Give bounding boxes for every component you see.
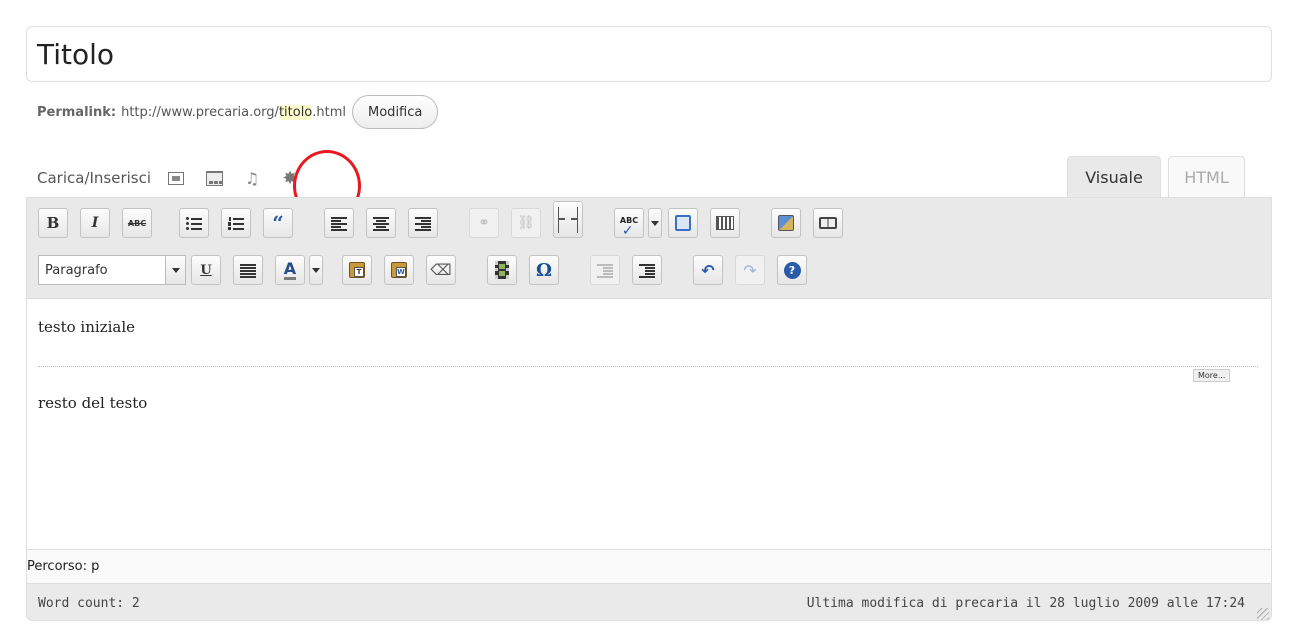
more-break-icon [558,206,578,233]
spellcheck-icon: ABC ✓ [619,215,639,239]
book-icon [819,217,837,229]
unlink-button[interactable]: ⛓ [511,208,541,238]
help-button[interactable]: ? [777,255,807,285]
format-select-arrow[interactable] [166,255,186,285]
help-icon: ? [783,261,801,279]
remove-format-button[interactable]: ⌫ [426,255,456,285]
align-center-icon [373,216,389,231]
permalink-row: Permalink: http://www.precaria.org/titol… [37,94,439,130]
status-bar: Word count: 2 Ultima modifica di precari… [27,583,1271,620]
spellcheck-button[interactable]: ABC ✓ [614,208,644,239]
redo-button[interactable]: ↷ [735,255,765,285]
media-buttons: Carica/Inserisci ♫ ✸ [37,160,317,196]
blockquote-button[interactable]: “ [263,208,293,238]
tab-html[interactable]: HTML [1168,156,1245,198]
text-color-icon: A [283,258,297,280]
indent-button[interactable] [632,255,662,285]
justify-button[interactable] [233,255,263,285]
more-tag: More... [1193,369,1231,382]
distraction-free-button[interactable] [813,208,843,238]
insert-image-button[interactable] [771,208,801,238]
outdent-button[interactable] [590,255,620,285]
toolbar-toggle-icon [716,216,734,230]
audio-icon[interactable]: ♫ [241,167,263,189]
undo-button[interactable]: ↶ [693,255,723,285]
bold-button[interactable]: B [38,208,68,238]
video-icon[interactable] [203,167,225,189]
unlink-icon: ⛓ [517,215,535,231]
eraser-icon: ⌫ [430,261,452,279]
kitchen-sink-button[interactable] [710,208,740,238]
chevron-down-icon [312,267,320,273]
word-count: Word count: 2 [38,595,140,611]
permalink-label: Permalink: [37,104,117,120]
justify-icon [240,263,256,278]
spellcheck-language-dropdown[interactable] [648,208,662,238]
link-icon: ⚭ [478,215,490,231]
paste-word-icon: W [391,262,407,278]
editor-toolbar: B I ABC “ ⚭ ⛓ ABC ✓ Paragrafo U A T W ⌫ … [27,198,1271,299]
fullscreen-icon [675,215,691,231]
paste-word-button[interactable]: W [384,255,414,285]
italic-button[interactable]: I [80,208,110,238]
format-select[interactable]: Paragrafo [38,255,166,285]
editor: B I ABC “ ⚭ ⛓ ABC ✓ Paragrafo U A T W ⌫ … [26,197,1272,621]
image-gallery-icon [778,215,794,231]
permalink-url-suffix: .html [312,104,347,120]
paragraph-rest: resto del testo [38,394,148,412]
strikethrough-button[interactable]: ABC [122,208,152,238]
upload-insert-label: Carica/Inserisci [37,169,152,187]
editor-content[interactable]: testo iniziale More... resto del testo [27,299,1271,549]
edit-permalink-button[interactable]: Modifica [352,95,439,129]
title-input[interactable]: Titolo [26,26,1272,82]
undo-icon: ↶ [701,260,715,280]
insert-link-button[interactable]: ⚭ [469,208,499,238]
tab-visual[interactable]: Visuale [1067,156,1161,198]
insert-more-button[interactable] [553,201,583,238]
align-right-icon [415,216,431,231]
align-center-button[interactable] [366,208,396,238]
post-editor-page: Titolo Permalink: http://www.precaria.or… [0,0,1289,632]
text-color-button[interactable]: A [275,255,305,285]
outdent-icon [597,263,613,278]
chevron-down-icon [171,267,180,273]
special-character-button[interactable]: Ω [529,255,559,285]
permalink-slug[interactable]: titolo [278,104,313,120]
paste-text-button[interactable]: T [342,255,372,285]
quote-icon: “ [272,211,284,235]
path-text: Percorso: p [27,559,100,574]
resize-handle-icon[interactable] [1257,608,1269,620]
align-right-button[interactable] [408,208,438,238]
path-bar: Percorso: p [27,549,1271,583]
numbered-list-icon [228,216,244,230]
image-icon[interactable] [165,167,187,189]
underline-button[interactable]: U [191,255,221,285]
paste-text-icon: T [349,262,365,278]
film-icon [495,261,509,279]
align-left-button[interactable] [324,208,354,238]
title-text: Titolo [37,37,115,71]
numbered-list-button[interactable] [221,208,251,238]
more-divider [38,366,1258,367]
last-modified: Ultima modifica di precaria il 28 luglio… [806,595,1245,611]
permalink-url-prefix: http://www.precaria.org/ [121,104,279,120]
fullscreen-button[interactable] [668,208,698,238]
redo-icon: ↷ [743,260,757,280]
text-color-dropdown[interactable] [309,255,323,285]
bullet-list-icon [186,216,202,230]
indent-icon [639,263,655,278]
paragraph-initial: testo iniziale [38,318,136,336]
insert-media-button[interactable] [487,255,517,285]
bullet-list-button[interactable] [179,208,209,238]
align-left-icon [331,216,347,231]
chevron-down-icon [651,220,659,226]
